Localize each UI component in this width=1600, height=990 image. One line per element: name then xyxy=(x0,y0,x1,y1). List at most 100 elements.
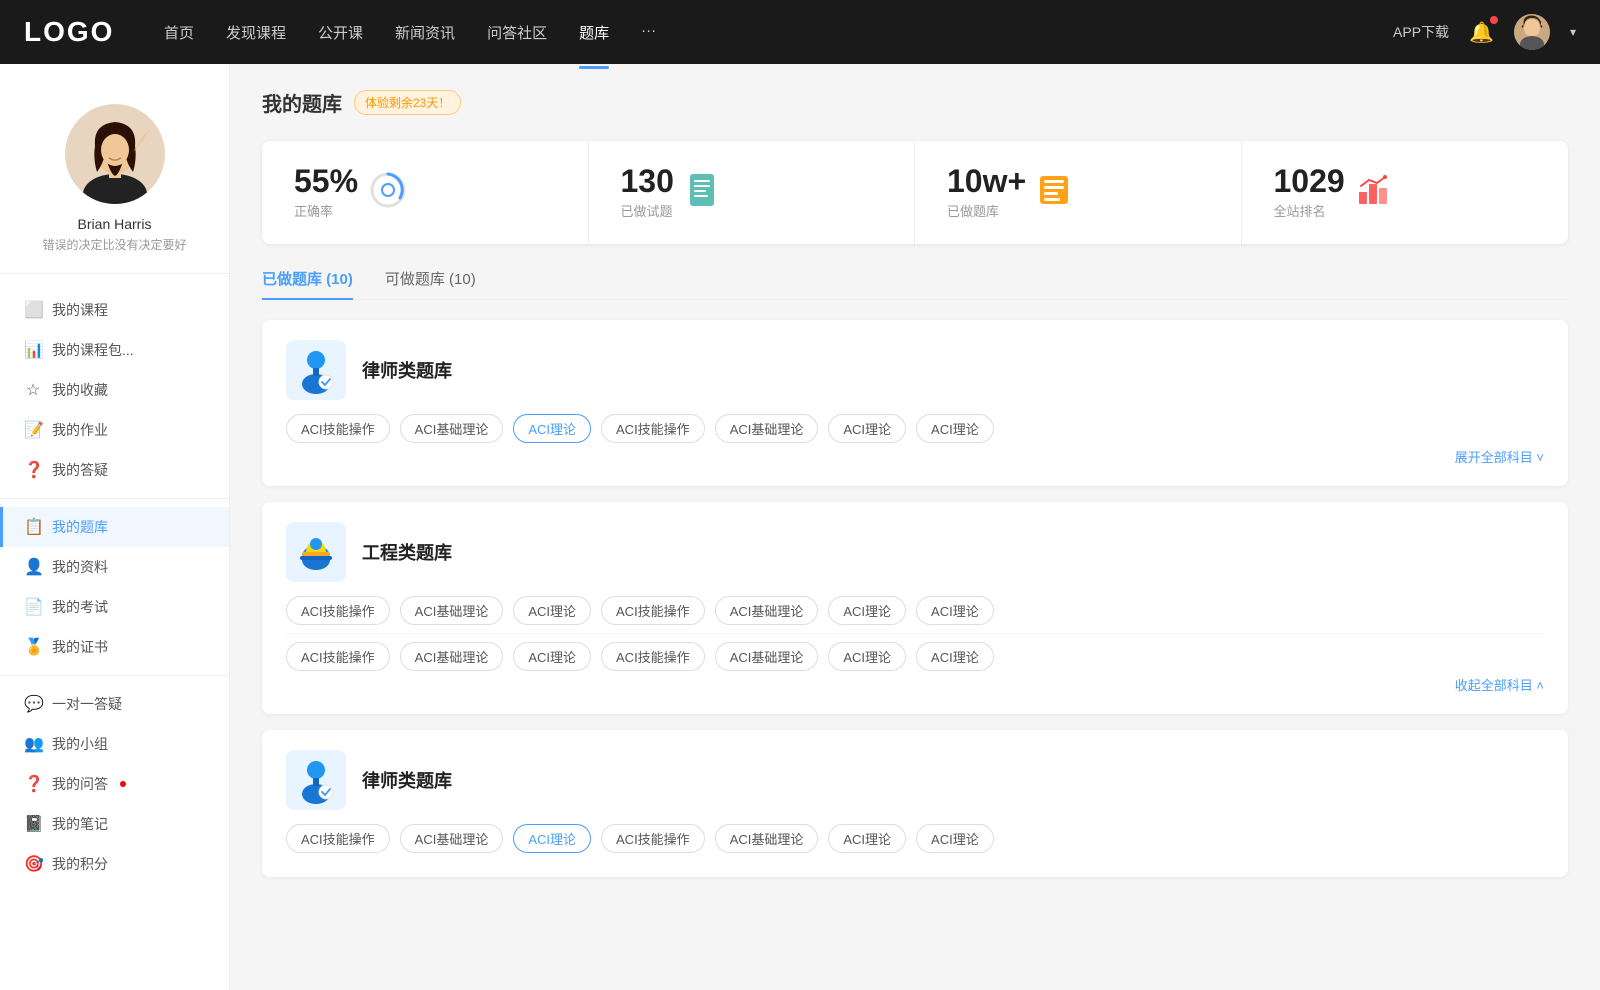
tag-eng1-4[interactable]: ACI基础理论 xyxy=(715,596,819,625)
sidebar-item-homework[interactable]: 📝 我的作业 xyxy=(0,410,229,450)
sidebar-item-notes[interactable]: 📓 我的笔记 xyxy=(0,804,229,844)
engineering1-collapse[interactable]: 收起全部科目 ˄ xyxy=(286,675,1544,694)
nav-more[interactable]: ··· xyxy=(641,18,656,47)
stat-accuracy-label: 正确率 xyxy=(294,201,358,220)
sidebar-item-questionbank[interactable]: 📋 我的题库 xyxy=(0,507,229,547)
nav-news[interactable]: 新闻资讯 xyxy=(395,18,455,47)
sidebar-divider-2 xyxy=(0,675,229,676)
sidebar-item-tutoring[interactable]: 💬 一对一答疑 xyxy=(0,684,229,724)
tag-lawyer1-2[interactable]: ACI理论 xyxy=(513,414,591,443)
stats-row: 55% 正确率 130 已做试题 xyxy=(262,141,1568,244)
sidebar-label-certificate: 我的证书 xyxy=(52,637,108,657)
tag-eng1-r2-2[interactable]: ACI理论 xyxy=(513,642,591,671)
sidebar-username: Brian Harris xyxy=(20,216,209,232)
myqa-icon: ❓ xyxy=(24,774,42,794)
sidebar-item-exam[interactable]: 📄 我的考试 xyxy=(0,587,229,627)
main-layout: Brian Harris 错误的决定比没有决定要好 ⬜ 我的课程 📊 我的课程包… xyxy=(0,64,1600,990)
stat-ranking: 1029 全站排名 xyxy=(1242,141,1569,244)
nav-questionbank[interactable]: 题库 xyxy=(579,18,609,47)
tag-lawyer2-1[interactable]: ACI基础理论 xyxy=(400,824,504,853)
tag-lawyer1-6[interactable]: ACI理论 xyxy=(916,414,994,443)
sidebar-item-certificate[interactable]: 🏅 我的证书 xyxy=(0,627,229,667)
sidebar-item-favorites[interactable]: ☆ 我的收藏 xyxy=(0,370,229,410)
user-avatar[interactable] xyxy=(1514,14,1550,50)
tag-lawyer2-6[interactable]: ACI理论 xyxy=(916,824,994,853)
profile-icon: 👤 xyxy=(24,557,42,577)
engineering1-tags: ACI技能操作 ACI基础理论 ACI理论 ACI技能操作 ACI基础理论 AC… xyxy=(286,596,1544,625)
tag-lawyer1-0[interactable]: ACI技能操作 xyxy=(286,414,390,443)
top-nav: LOGO 首页 发现课程 公开课 新闻资讯 问答社区 题库 ··· APP下载 … xyxy=(0,0,1600,64)
tag-lawyer2-3[interactable]: ACI技能操作 xyxy=(601,824,705,853)
sidebar-label-mycourse: 我的课程 xyxy=(52,300,108,320)
sidebar-item-questions[interactable]: ❓ 我的答疑 xyxy=(0,450,229,490)
tag-lawyer2-4[interactable]: ACI基础理论 xyxy=(715,824,819,853)
lawyer1-expand[interactable]: 展开全部科目 ˅ xyxy=(286,447,1544,466)
nav-discover[interactable]: 发现课程 xyxy=(226,18,286,47)
tag-eng1-2[interactable]: ACI理论 xyxy=(513,596,591,625)
exam-icon: 📄 xyxy=(24,597,42,617)
tag-eng1-r2-1[interactable]: ACI基础理论 xyxy=(400,642,504,671)
page-header: 我的题库 体验剩余23天！ xyxy=(262,88,1568,117)
tag-lawyer2-2[interactable]: ACI理论 xyxy=(513,824,591,853)
stat-ranking-value: 1029 xyxy=(1274,165,1345,197)
nav-home[interactable]: 首页 xyxy=(164,18,194,47)
tag-eng1-0[interactable]: ACI技能操作 xyxy=(286,596,390,625)
app-download-link[interactable]: APP下载 xyxy=(1393,22,1449,42)
tag-eng1-r2-4[interactable]: ACI基础理论 xyxy=(715,642,819,671)
stat-done-banks-value: 10w+ xyxy=(947,165,1026,197)
engineering1-icon xyxy=(286,522,346,582)
tag-eng1-r2-6[interactable]: ACI理论 xyxy=(916,642,994,671)
tag-eng1-5[interactable]: ACI理论 xyxy=(828,596,906,625)
bank-card-lawyer2: 律师类题库 ACI技能操作 ACI基础理论 ACI理论 ACI技能操作 ACI基… xyxy=(262,730,1568,877)
lawyer2-title: 律师类题库 xyxy=(362,767,452,793)
tag-lawyer1-1[interactable]: ACI基础理论 xyxy=(400,414,504,443)
questions-icon: ❓ xyxy=(24,460,42,480)
lawyer1-icon xyxy=(286,340,346,400)
sidebar-divider-1 xyxy=(0,498,229,499)
sidebar-item-points[interactable]: 🎯 我的积分 xyxy=(0,844,229,884)
stat-done-questions: 130 已做试题 xyxy=(589,141,916,244)
coursepackage-icon: 📊 xyxy=(24,340,42,360)
tag-eng1-1[interactable]: ACI基础理论 xyxy=(400,596,504,625)
engineering1-tags2: ACI技能操作 ACI基础理论 ACI理论 ACI技能操作 ACI基础理论 AC… xyxy=(286,633,1544,671)
sidebar-label-tutoring: 一对一答疑 xyxy=(52,694,122,714)
nav-opencourse[interactable]: 公开课 xyxy=(318,18,363,47)
user-dropdown-arrow[interactable]: ▾ xyxy=(1570,25,1576,39)
tag-eng1-r2-5[interactable]: ACI理论 xyxy=(828,642,906,671)
nav-qa[interactable]: 问答社区 xyxy=(487,18,547,47)
trial-badge: 体验剩余23天！ xyxy=(354,90,461,115)
notification-badge xyxy=(1490,16,1498,24)
sidebar-label-favorites: 我的收藏 xyxy=(52,380,108,400)
sidebar-label-group: 我的小组 xyxy=(52,734,108,754)
tab-done[interactable]: 已做题库 (10) xyxy=(262,268,353,299)
sidebar-item-profile[interactable]: 👤 我的资料 xyxy=(0,547,229,587)
tag-lawyer1-4[interactable]: ACI基础理论 xyxy=(715,414,819,443)
bell-icon: 🔔 xyxy=(1469,22,1494,44)
lawyer1-title: 律师类题库 xyxy=(362,357,452,383)
sidebar: Brian Harris 错误的决定比没有决定要好 ⬜ 我的课程 📊 我的课程包… xyxy=(0,64,230,990)
tag-eng1-3[interactable]: ACI技能操作 xyxy=(601,596,705,625)
tag-lawyer1-5[interactable]: ACI理论 xyxy=(828,414,906,443)
tag-eng1-r2-3[interactable]: ACI技能操作 xyxy=(601,642,705,671)
lawyer2-icon xyxy=(286,750,346,810)
notification-bell[interactable]: 🔔 xyxy=(1469,20,1494,45)
sidebar-item-mycourse[interactable]: ⬜ 我的课程 xyxy=(0,290,229,330)
tag-eng1-6[interactable]: ACI理论 xyxy=(916,596,994,625)
mycourse-icon: ⬜ xyxy=(24,300,42,320)
stat-done-banks: 10w+ 已做题库 xyxy=(915,141,1242,244)
stat-done-questions-icon xyxy=(686,172,718,213)
sidebar-avatar xyxy=(65,104,165,204)
sidebar-item-myqa[interactable]: ❓ 我的问答 xyxy=(0,764,229,804)
sidebar-item-coursepackage[interactable]: 📊 我的课程包... xyxy=(0,330,229,370)
homework-icon: 📝 xyxy=(24,420,42,440)
tabs-row: 已做题库 (10) 可做题库 (10) xyxy=(262,268,1568,300)
favorites-icon: ☆ xyxy=(24,380,42,400)
tab-available[interactable]: 可做题库 (10) xyxy=(385,268,476,299)
tag-lawyer1-3[interactable]: ACI技能操作 xyxy=(601,414,705,443)
sidebar-item-group[interactable]: 👥 我的小组 xyxy=(0,724,229,764)
stat-accuracy: 55% 正确率 xyxy=(262,141,589,244)
tag-eng1-r2-0[interactable]: ACI技能操作 xyxy=(286,642,390,671)
stat-done-banks-label: 已做题库 xyxy=(947,201,1026,220)
tag-lawyer2-0[interactable]: ACI技能操作 xyxy=(286,824,390,853)
tag-lawyer2-5[interactable]: ACI理论 xyxy=(828,824,906,853)
